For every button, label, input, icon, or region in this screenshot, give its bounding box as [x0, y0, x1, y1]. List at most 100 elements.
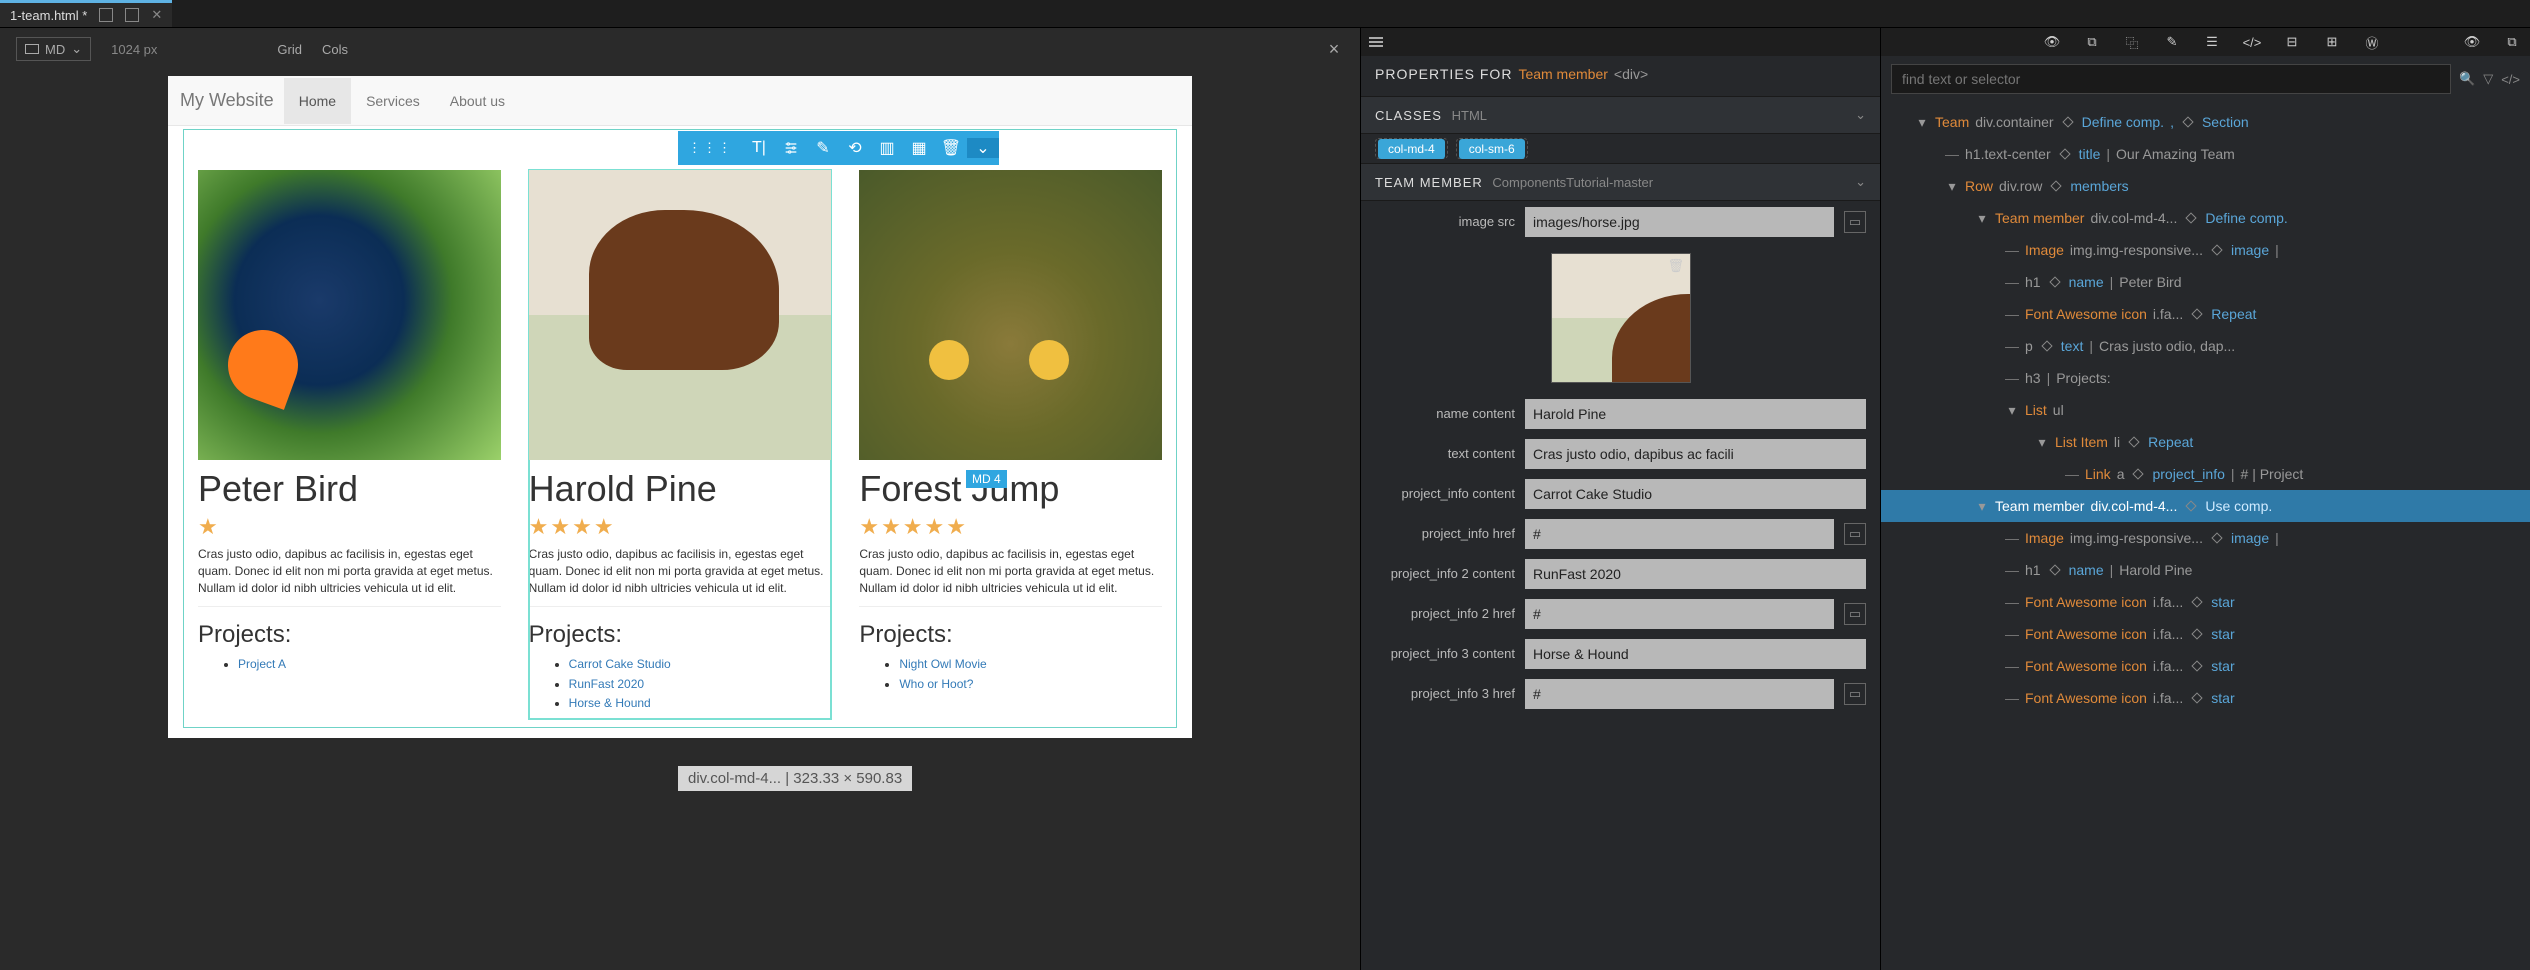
tree-row[interactable]: —h1.text-centertitle | Our Amazing Team: [1881, 138, 2530, 170]
member-image[interactable]: [198, 170, 501, 460]
tree-action-link[interactable]: star: [2211, 626, 2234, 642]
settings-icon[interactable]: [775, 139, 807, 157]
search-icon[interactable]: 🔍: [2459, 71, 2475, 87]
tree-action-link[interactable]: Define comp.: [2205, 210, 2287, 226]
list-icon[interactable]: ☰: [2202, 34, 2222, 50]
image-thumbnail[interactable]: 🗑: [1551, 253, 1691, 383]
chevron-down-icon[interactable]: ⌄: [1855, 174, 1866, 190]
folder-icon[interactable]: ▭: [1844, 523, 1866, 545]
project3-content-input[interactable]: [1525, 639, 1866, 669]
tree-action-link[interactable]: star: [2211, 690, 2234, 706]
brush-icon[interactable]: ✎: [807, 138, 839, 158]
tree-row[interactable]: ▾Team member div.col-md-4...Use comp.: [1881, 490, 2530, 522]
project3-href-input[interactable]: [1525, 679, 1834, 709]
eye-icon[interactable]: 👁: [2462, 34, 2482, 50]
tree-row[interactable]: —Font Awesome icon i.fa...Repeat: [1881, 298, 2530, 330]
edit-text-icon[interactable]: T|: [743, 139, 775, 157]
tree-search-input[interactable]: [1891, 64, 2451, 94]
tree-action-link[interactable]: image: [2231, 242, 2269, 258]
split-icon[interactable]: [125, 8, 139, 22]
project-link[interactable]: Who or Hoot?: [899, 677, 973, 691]
tree-action-link[interactable]: Repeat: [2148, 434, 2193, 450]
sliders-icon[interactable]: [1369, 37, 1383, 47]
expand-icon[interactable]: ▾: [1975, 498, 1989, 515]
dom-tree[interactable]: ▾Team div.containerDefine comp., Section…: [1881, 102, 2530, 970]
nav-about[interactable]: About us: [435, 78, 520, 124]
page-preview[interactable]: My Website Home Services About us ⋮⋮⋮ T|…: [168, 76, 1192, 738]
tree-action-link[interactable]: Define comp.: [2082, 114, 2164, 130]
tree-row[interactable]: —Font Awesome icon i.fa...star: [1881, 650, 2530, 682]
tree-action-link[interactable]: name: [2069, 274, 2104, 290]
tree-action-link[interactable]: Use comp.: [2205, 498, 2272, 514]
code-toggle-icon[interactable]: </>: [2501, 72, 2520, 87]
tree-row[interactable]: —Image img.img-responsive...image |: [1881, 522, 2530, 554]
tree-action-link[interactable]: project_info: [2152, 466, 2224, 482]
project-link[interactable]: Carrot Cake Studio: [569, 657, 671, 671]
component-section[interactable]: TEAM MEMBER ComponentsTutorial-master ⌄: [1361, 163, 1880, 201]
cols-toggle[interactable]: Cols: [322, 42, 348, 57]
tree-row[interactable]: —Font Awesome icon i.fa...star: [1881, 586, 2530, 618]
preview-icon[interactable]: [99, 8, 113, 22]
tree-row[interactable]: —h1name | Peter Bird: [1881, 266, 2530, 298]
team-member-card[interactable]: Peter Bird ★ Cras justo odio, dapibus ac…: [198, 170, 501, 719]
filter-icon[interactable]: ▽: [2483, 71, 2493, 87]
tree-action-link[interactable]: star: [2211, 594, 2234, 610]
tree-row[interactable]: ▾Team div.containerDefine comp., Section: [1881, 106, 2530, 138]
team-member-card[interactable]: Forest Jump ★★★★★ Cras justo odio, dapib…: [859, 170, 1162, 719]
expand-icon[interactable]: ▾: [2035, 434, 2049, 451]
drag-handle-icon[interactable]: ⋮⋮⋮: [678, 140, 743, 156]
tree-action-link[interactable]: Section: [2202, 114, 2249, 130]
member-image[interactable]: [859, 170, 1162, 460]
project-link[interactable]: Project A: [238, 657, 286, 671]
tree-row[interactable]: ▾List Item liRepeat: [1881, 426, 2530, 458]
member-image[interactable]: [529, 170, 832, 460]
class-pill[interactable]: col-sm-6: [1459, 139, 1525, 159]
tree-row[interactable]: —ptext | Cras justo odio, dap...: [1881, 330, 2530, 362]
tree-row[interactable]: —h1name | Harold Pine: [1881, 554, 2530, 586]
tree-row[interactable]: —Font Awesome icon i.fa...star: [1881, 682, 2530, 714]
nav-services[interactable]: Services: [351, 78, 435, 124]
tree-row[interactable]: ▾Row div.rowmembers: [1881, 170, 2530, 202]
more-chevron-icon[interactable]: ⌄: [967, 138, 999, 158]
folder-icon[interactable]: ▭: [1844, 211, 1866, 233]
text-input[interactable]: [1525, 439, 1866, 469]
folder-icon[interactable]: ▭: [1844, 683, 1866, 705]
folder-icon[interactable]: ▭: [1844, 603, 1866, 625]
team-container[interactable]: Peter Bird ★ Cras justo odio, dapibus ac…: [183, 129, 1177, 728]
project-link[interactable]: Night Owl Movie: [899, 657, 986, 671]
expand-icon[interactable]: ▾: [2005, 402, 2019, 419]
tree-action-link[interactable]: Repeat: [2211, 306, 2256, 322]
expand-icon[interactable]: ▾: [1945, 178, 1959, 195]
expand-icon[interactable]: ▾: [1975, 210, 1989, 227]
file-tab[interactable]: 1-team.html * ✕: [0, 0, 172, 27]
tree-row[interactable]: —h3 | Projects:: [1881, 362, 2530, 394]
team-member-card-selected[interactable]: Harold Pine ★★★★ Cras justo odio, dapibu…: [529, 170, 832, 719]
project2-content-input[interactable]: [1525, 559, 1866, 589]
columns-icon[interactable]: ▥: [871, 138, 903, 158]
delete-image-icon[interactable]: 🗑: [1668, 258, 1686, 276]
wordpress-icon[interactable]: Ⓦ: [2362, 33, 2382, 52]
trash-icon[interactable]: 🗑: [935, 138, 967, 158]
tree-action-link[interactable]: image: [2231, 530, 2269, 546]
copy-icon[interactable]: ⧉: [2082, 34, 2102, 50]
tree-row[interactable]: —Font Awesome icon i.fa...star: [1881, 618, 2530, 650]
code-icon[interactable]: </>: [2242, 35, 2262, 50]
chevron-down-icon[interactable]: ⌄: [1855, 107, 1866, 123]
close-canvas-icon[interactable]: ×: [1324, 39, 1344, 60]
tree-action-link[interactable]: members: [2070, 178, 2128, 194]
project1-content-input[interactable]: [1525, 479, 1866, 509]
nav-home[interactable]: Home: [284, 78, 351, 124]
tree-action-link[interactable]: star: [2211, 658, 2234, 674]
image-src-input[interactable]: [1525, 207, 1834, 237]
grid-toggle[interactable]: Grid: [277, 42, 302, 57]
tree-action-link[interactable]: name: [2069, 562, 2104, 578]
name-input[interactable]: [1525, 399, 1866, 429]
tree-row[interactable]: —Link aproject_info | # | Project: [1881, 458, 2530, 490]
brush-icon[interactable]: ✎: [2162, 34, 2182, 50]
site-brand[interactable]: My Website: [180, 90, 274, 111]
duplicate-icon[interactable]: ⿻: [2122, 33, 2142, 52]
project-link[interactable]: Horse & Hound: [569, 696, 651, 710]
tree-action-link[interactable]: title: [2079, 146, 2101, 162]
link-icon[interactable]: ⟲: [839, 138, 871, 158]
breakpoint-selector[interactable]: MD ⌄: [16, 37, 91, 61]
